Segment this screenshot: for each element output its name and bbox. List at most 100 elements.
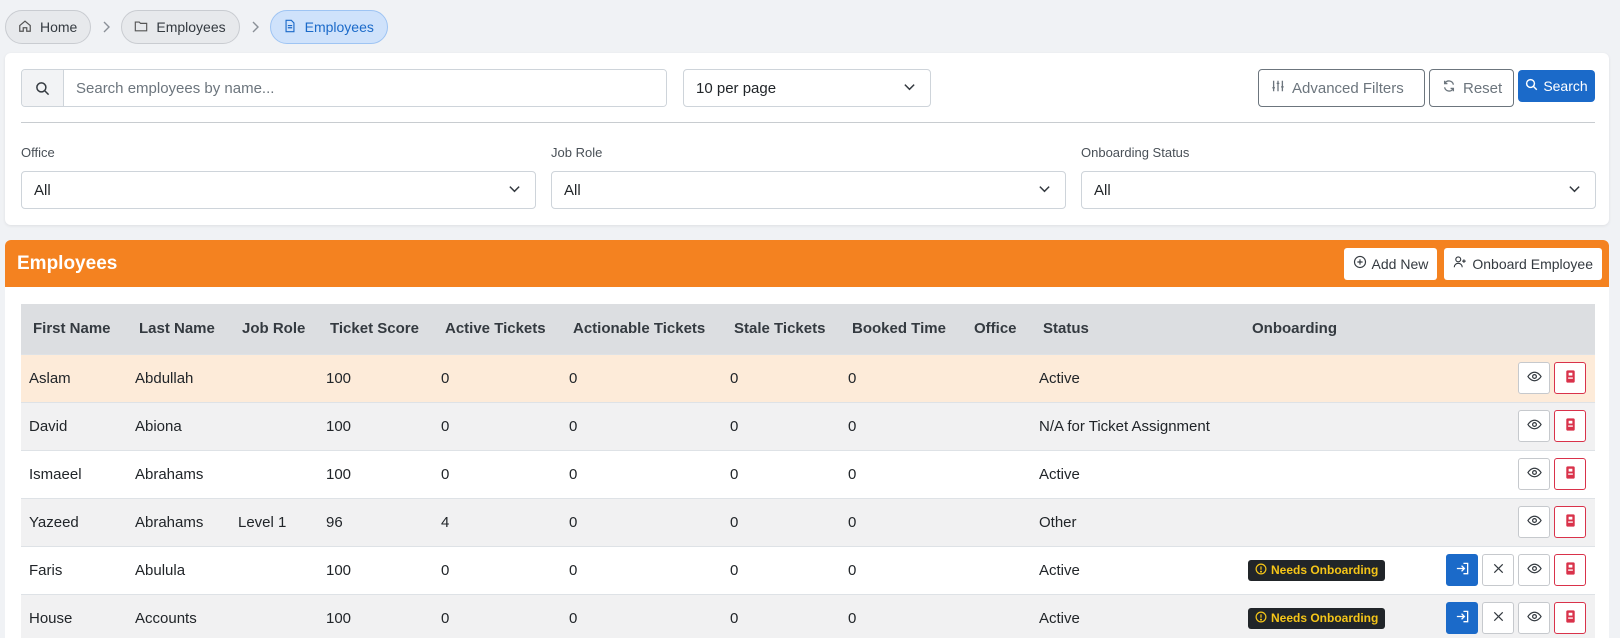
table-header-row: First Name Last Name Job Role Ticket Sco…: [21, 304, 1595, 354]
breadcrumb-label: Employees: [156, 19, 226, 35]
cell-last-name: Abrahams: [127, 497, 230, 546]
col-stale-tickets[interactable]: Stale Tickets: [722, 304, 840, 354]
table-row[interactable]: Aslam Abdullah 100 0 0 0 0 Active: [21, 353, 1595, 402]
document-icon: [283, 19, 297, 36]
cell-ticket-score: 100: [318, 449, 433, 498]
add-new-label: Add New: [1371, 255, 1429, 272]
cell-office: [962, 449, 1031, 498]
breadcrumb-label: Home: [40, 19, 78, 35]
cell-status: Active: [1031, 545, 1240, 594]
view-button[interactable]: [1518, 410, 1550, 442]
view-button[interactable]: [1518, 506, 1550, 538]
cell-office: [962, 353, 1031, 402]
employees-title: Employees: [17, 252, 118, 274]
table-row[interactable]: House Accounts 100 0 0 0 0 Active Needs Onboardi…: [21, 593, 1595, 638]
chevron-right-icon: [240, 20, 270, 34]
cell-ticket-score: 100: [318, 353, 433, 402]
onboard-login-button[interactable]: [1446, 602, 1478, 635]
breadcrumb-label: Employees: [304, 19, 374, 35]
chevron-down-icon: [903, 80, 916, 97]
id-badge-icon: [1563, 369, 1578, 388]
onboarding-status-select[interactable]: All: [1081, 171, 1596, 209]
view-button[interactable]: [1518, 554, 1550, 586]
breadcrumb-employees-current[interactable]: Employees: [269, 10, 388, 44]
cell-status: Active: [1031, 449, 1240, 498]
cell-stale-tickets: 0: [722, 353, 840, 402]
cell-status: Other: [1031, 497, 1240, 546]
offboard-button[interactable]: [1554, 362, 1586, 394]
offboard-button[interactable]: [1554, 602, 1586, 635]
col-actions: [1400, 304, 1595, 354]
dismiss-button[interactable]: [1482, 602, 1514, 635]
view-button[interactable]: [1518, 458, 1550, 490]
eye-icon: [1526, 369, 1542, 388]
advanced-filters-button[interactable]: Advanced Filters: [1258, 69, 1425, 107]
cell-booked-time: 0: [840, 449, 962, 498]
search-input[interactable]: [64, 70, 666, 106]
cell-ticket-score: 100: [318, 545, 433, 594]
view-button[interactable]: [1518, 362, 1550, 394]
per-page-select[interactable]: 10 per page: [683, 69, 931, 107]
cell-active-tickets: 0: [433, 449, 561, 498]
onboard-login-button[interactable]: [1446, 554, 1478, 586]
cell-active-tickets: 0: [433, 593, 561, 638]
breadcrumb-employees-folder[interactable]: Employees: [121, 10, 240, 44]
cell-active-tickets: 0: [433, 401, 561, 450]
cell-ticket-score: 100: [318, 593, 433, 638]
view-button[interactable]: [1518, 602, 1550, 635]
employees-table: First Name Last Name Job Role Ticket Sco…: [21, 304, 1595, 638]
dismiss-button[interactable]: [1482, 554, 1514, 586]
col-office[interactable]: Office: [962, 304, 1031, 354]
reset-button[interactable]: Reset: [1429, 69, 1514, 107]
office-select[interactable]: All: [21, 171, 536, 209]
cell-onboarding: [1240, 449, 1400, 498]
offboard-button[interactable]: [1554, 410, 1586, 442]
id-badge-icon: [1563, 465, 1578, 484]
cell-onboarding: [1240, 353, 1400, 402]
col-actionable-tickets[interactable]: Actionable Tickets: [561, 304, 722, 354]
offboard-button[interactable]: [1554, 458, 1586, 490]
employees-panel: Employees Add New Onboard Employee First…: [5, 240, 1609, 638]
offboard-button[interactable]: [1554, 554, 1586, 586]
col-first-name[interactable]: First Name: [21, 304, 127, 354]
cell-first-name: Aslam: [21, 353, 127, 402]
col-status[interactable]: Status: [1031, 304, 1240, 354]
cell-actionable-tickets: 0: [561, 497, 722, 546]
chevron-down-icon: [1038, 182, 1051, 199]
onboarding-status-label: Onboarding Status: [1081, 145, 1190, 160]
office-label: Office: [21, 145, 55, 160]
cell-first-name: Yazeed: [21, 497, 127, 546]
cell-actionable-tickets: 0: [561, 593, 722, 638]
col-booked-time[interactable]: Booked Time: [840, 304, 962, 354]
col-ticket-score[interactable]: Ticket Score: [318, 304, 433, 354]
onboard-employee-button[interactable]: Onboard Employee: [1444, 247, 1602, 280]
table-row[interactable]: David Abiona 100 0 0 0 0 N/A for Ticket Assignm…: [21, 401, 1595, 450]
cell-onboarding: [1240, 401, 1400, 450]
table-row[interactable]: Faris Abulula 100 0 0 0 0 Active Needs Onboardin…: [21, 545, 1595, 594]
table-row[interactable]: Yazeed Abrahams Level 1 96 4 0 0 0 Other: [21, 497, 1595, 546]
search-icon: [1525, 78, 1538, 94]
breadcrumb-home[interactable]: Home: [5, 10, 92, 44]
needs-onboarding-badge: Needs Onboarding: [1248, 607, 1386, 629]
cell-actions: [1400, 353, 1595, 402]
warning-icon: [1255, 611, 1267, 626]
id-badge-icon: [1563, 417, 1578, 436]
search-group: [21, 69, 667, 107]
id-badge-icon: [1563, 561, 1578, 580]
table-row[interactable]: Ismaeel Abrahams 100 0 0 0 0 Active: [21, 449, 1595, 498]
col-job-role[interactable]: Job Role: [230, 304, 318, 354]
cell-active-tickets: 0: [433, 545, 561, 594]
add-new-button[interactable]: Add New: [1343, 247, 1438, 280]
col-active-tickets[interactable]: Active Tickets: [433, 304, 561, 354]
chevron-down-icon: [1568, 182, 1581, 199]
cell-actions: [1400, 401, 1595, 450]
search-button[interactable]: Search: [1518, 70, 1595, 102]
employees-header: Employees Add New Onboard Employee: [5, 240, 1609, 287]
cell-actions: [1400, 497, 1595, 546]
close-icon: [1491, 561, 1506, 580]
cell-active-tickets: 4: [433, 497, 561, 546]
col-last-name[interactable]: Last Name: [127, 304, 230, 354]
col-onboarding[interactable]: Onboarding: [1240, 304, 1400, 354]
job-role-select[interactable]: All: [551, 171, 1066, 209]
offboard-button[interactable]: [1554, 506, 1586, 538]
